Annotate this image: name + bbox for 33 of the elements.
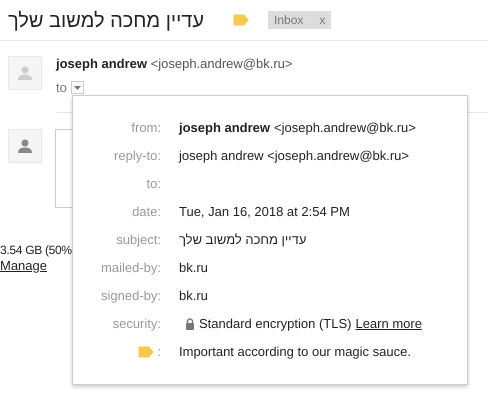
avatar-icon <box>8 56 42 90</box>
manage-link[interactable]: Manage <box>0 258 47 272</box>
storage-usage: 3.54 GB (50% <box>0 242 72 258</box>
field-value: Standard encryption (TLS) <box>199 315 352 334</box>
field-value: עדיין מחכה למשוב שלך <box>179 231 306 250</box>
details-dropdown-button[interactable] <box>70 81 84 94</box>
caret-icon <box>74 86 81 90</box>
importance-tag-icon <box>138 346 154 358</box>
field-label: subject: <box>116 231 161 250</box>
message-subject: עדיין מחכה למשוב שלך <box>8 9 204 34</box>
field-label: date: <box>132 203 161 222</box>
label-text: Inbox <box>274 12 304 29</box>
sender-name: joseph andrew <box>56 56 148 71</box>
field-value: <joseph.andrew@bk.ru> <box>274 119 416 138</box>
recipient-label: to <box>56 79 67 97</box>
avatar-icon <box>8 128 42 162</box>
field-label: reply-to: <box>114 147 161 166</box>
field-label: : <box>157 343 161 362</box>
field-value: bk.ru <box>179 287 208 306</box>
sender-name: joseph andrew <box>179 119 270 138</box>
field-value: joseph andrew <joseph.andrew@bk.ru> <box>179 147 410 166</box>
importance-tag-icon <box>233 14 250 26</box>
field-label: security: <box>112 315 161 334</box>
field-value: Important according to our magic sauce. <box>179 343 411 362</box>
lock-icon <box>185 318 195 330</box>
field-value: bk.ru <box>179 259 208 278</box>
field-label: to: <box>146 175 161 194</box>
field-value: Tue, Jan 16, 2018 at 2:54 PM <box>179 203 350 222</box>
sender-email: <joseph.andrew@bk.ru> <box>150 56 292 71</box>
field-label: signed-by: <box>101 287 161 306</box>
field-label: mailed-by: <box>101 259 161 278</box>
learn-more-link[interactable]: Learn more <box>355 314 422 334</box>
field-label: from: <box>131 119 161 138</box>
